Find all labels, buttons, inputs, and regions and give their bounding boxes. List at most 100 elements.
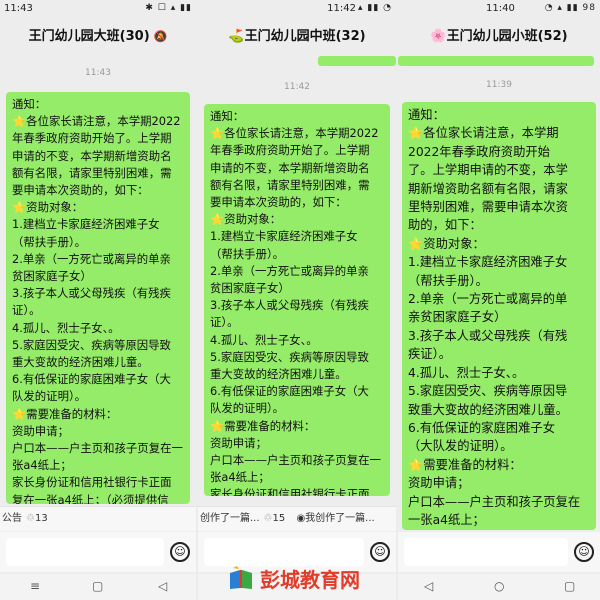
status-icons: ✱ ☐ ▴ ▮▮ [145, 3, 192, 13]
notice-count: 13 [34, 513, 48, 524]
status-icons: ▴ ▮▮ ◔ [358, 3, 392, 13]
emoji-icon[interactable]: ☺ [170, 542, 190, 562]
message-line: 资助申请； [12, 423, 69, 438]
back-icon[interactable]: ◁ [424, 579, 433, 593]
chat-title: 🌸王门幼儿园小班(52) [430, 29, 568, 44]
message-line: 要申请本次资助的，如下： [210, 195, 347, 210]
message-input[interactable] [404, 538, 568, 566]
system-nav-bar: ≡ ▢ ◁ [0, 574, 196, 600]
message-line: 年春季政府资助开始了。上学期 [210, 143, 370, 158]
message-line: 期新增资助名额有名限，请家 [408, 181, 568, 196]
site-watermark: 彭城教育网 [228, 560, 360, 596]
notice-count: 15 [272, 513, 286, 524]
likes-icon: ♲ [26, 513, 35, 524]
message-line: 资助申请； [210, 435, 267, 450]
message-line: 通知： [210, 109, 245, 123]
message-line: 贫困家庭子女） [12, 269, 92, 284]
message-line: 家长身份证和信用社银行卡正 [408, 529, 590, 530]
message-line: 1.建档立卡家庭经济困难子女 [210, 229, 358, 244]
message-line: （帮扶手册）。 [408, 273, 488, 288]
input-bar: ☺ [398, 532, 600, 572]
message-line: 5.家庭因受灾、疾病等原因导致 [12, 337, 171, 352]
message-line: 张a4纸上； [210, 470, 270, 485]
group-notice-bar[interactable]: 创作了一篇... ♲15 ◉我创作了一篇... [198, 506, 396, 531]
message-line: 4.孤儿、烈士子女、。 [210, 332, 318, 347]
message-line: 3.孩子本人或父母残疾（有残 [408, 328, 568, 343]
message-line: 家长身份证和信用社银行卡正面 [210, 487, 370, 496]
notice-text-2: 我创作了一篇... [305, 513, 375, 524]
emoji-icon[interactable]: ☺ [370, 542, 390, 562]
message-line: 亲贫困家庭子女） [408, 310, 507, 325]
message-line: 通知： [408, 108, 445, 122]
message-line: ⭐各位家长请注意，本学期 [408, 126, 559, 141]
message-line: 5.家庭因受灾、疾病等原因导致 [210, 349, 369, 364]
status-bar: 11:42 ▴ ▮▮ ◔ [198, 0, 396, 18]
chat-title-bar[interactable]: 王门幼儿园大班(30) 🔕 [0, 22, 196, 52]
message-line: 6.有低保证的家庭困难子女（大 [12, 372, 171, 387]
chat-screen-middle-class: 11:42 ▴ ▮▮ ◔ ⛳王门幼儿园中班(32) 11:42 通知： ⭐各位家长… [198, 0, 396, 600]
message-line: ⭐需要准备的材料： [408, 457, 522, 472]
message-line: 2.单亲（一方死亡或离异的单亲 [210, 263, 369, 278]
message-line: 4.孤儿、烈士子女、。 [408, 365, 525, 380]
message-line: 6.有低保证的家庭困难子女 [408, 420, 555, 435]
emoji-icon[interactable]: ☺ [574, 542, 594, 562]
chat-title: 王门幼儿园大班(30) [28, 29, 150, 44]
message-line: ⭐资助对象： [12, 200, 84, 215]
message-timestamp: 11:42 [284, 82, 310, 92]
message-line: ⭐各位家长请注意，本学期2022 [12, 114, 181, 129]
message-line: 额有名限，请家里特别困难，需 [12, 165, 172, 180]
message-line: 了。上学期申请的不变，本学 [408, 163, 568, 178]
likes-icon: ♲ [263, 513, 273, 524]
message-line: 4.孤儿、烈士子女、。 [12, 320, 120, 335]
message-line: 重大变故的经济困难儿童。 [210, 367, 347, 382]
message-line: 贫困家庭子女） [210, 281, 290, 296]
previous-message-bubble[interactable] [398, 56, 594, 66]
menu-icon[interactable]: ≡ [30, 579, 40, 593]
message-line: 队发的证明）。 [12, 389, 87, 404]
message-line: 家长身份证和信用社银行卡正面 [12, 475, 172, 490]
status-bar: 11:43 ✱ ☐ ▴ ▮▮ [0, 0, 196, 18]
bell-off-icon: 🔕 [153, 30, 168, 43]
message-line: ⭐需要准备的材料： [12, 406, 118, 421]
chat-screen-small-class: 11:40 ◔ ▴ ▮▮ 98 🌸王门幼儿园小班(52) 11:39 通知： ⭐各… [398, 0, 600, 600]
message-line: 1.建档立卡家庭经济困难子女 [408, 255, 568, 270]
group-notice-bar[interactable]: 公告 ♲13 [0, 506, 196, 531]
chat-title-bar[interactable]: ⛳王门幼儿园中班(32) [198, 22, 396, 52]
recents-icon[interactable]: ▢ [564, 579, 575, 593]
home-icon[interactable]: ○ [494, 579, 504, 593]
message-line: 助的，如下： [408, 218, 482, 233]
message-line: ⭐需要准备的材料： [210, 418, 316, 433]
status-icons: ◔ ▴ ▮▮ 98 [544, 3, 596, 13]
home-icon[interactable]: ▢ [92, 579, 103, 593]
message-line: 户口本——户主页和孩子页复在一 [210, 453, 381, 468]
back-icon[interactable]: ◁ [158, 579, 167, 593]
message-line: 户口本——户主页和孩子页复在 [408, 494, 581, 509]
message-line: 1.建档立卡家庭经济困难子女 [12, 217, 160, 232]
message-bubble[interactable]: 通知：⭐各位家长请注意，本学期2022年春季政府资助开始了。上学期申请的不变，本… [204, 104, 390, 496]
message-line: 2.单亲（一方死亡或离异的单 [408, 292, 568, 307]
chat-title-bar[interactable]: 🌸王门幼儿园小班(52) [398, 22, 600, 52]
message-line: 3.孩子本人或父母残疾（有残疾 [12, 286, 171, 301]
chat-title: ⛳王门幼儿园中班(32) [228, 29, 366, 44]
message-line: 申请的不变，本学期新增资助名 [12, 148, 172, 163]
status-time: 11:40 [486, 3, 515, 14]
message-line: 队发的证明）。 [210, 401, 285, 416]
message-line: 疾证）。 [408, 347, 452, 362]
message-bubble[interactable]: 通知：⭐各位家长请注意，本学期2022年春季政府资助开始了。上学期申请的不变，本… [402, 102, 596, 530]
notice-text: 创作了一篇... [200, 513, 260, 524]
message-input[interactable] [6, 538, 164, 566]
message-line: （帮扶手册）。 [210, 246, 285, 261]
message-line: 张a4纸上； [12, 458, 72, 473]
book-logo-icon [230, 566, 252, 589]
message-line: 证）。 [12, 303, 41, 318]
message-line: ⭐资助对象： [408, 236, 485, 251]
message-line: 额有名限，请家里特别困难，需 [210, 177, 370, 192]
message-line: ⭐资助对象： [210, 212, 282, 227]
message-line: 重大变故的经济困难儿童。 [12, 355, 149, 370]
message-line: 2.单亲（一方死亡或离异的单亲 [12, 251, 171, 266]
message-line: 资助申请； [408, 476, 470, 491]
message-bubble[interactable]: 通知：⭐各位家长请注意，本学期2022年春季政府资助开始了。上学期申请的不变，本… [6, 92, 190, 504]
notice-avatar-icon: ◉ [296, 513, 306, 524]
message-line: 通知： [12, 97, 47, 111]
previous-message-bubble[interactable] [318, 56, 396, 66]
